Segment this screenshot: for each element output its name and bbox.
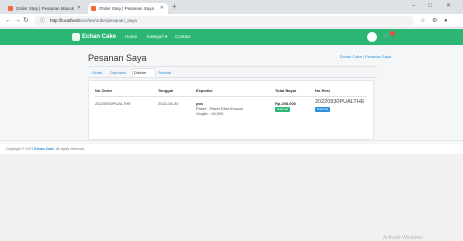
close-tab-icon[interactable]: ✕ — [160, 3, 164, 14]
footer-prefix: Copyright © 2021 — [6, 147, 35, 151]
brand-link[interactable]: Echan Cake — [82, 32, 116, 42]
nav-kategori[interactable]: Kategori ▾ — [147, 32, 167, 42]
footer: Copyright © 2021 Echan Cake. All rights … — [0, 144, 463, 154]
total-bayar: Rp.298.000 — [275, 101, 296, 106]
col-header-expedisi: Expedisi — [196, 88, 213, 93]
url-path: /ecc/tes/order/pesanan_saya — [79, 18, 137, 23]
divider — [88, 77, 377, 78]
resi-status-badge[interactable]: Diterima — [315, 107, 330, 112]
col-header-total-bayar: Total Bayar — [275, 88, 297, 93]
nav-contact[interactable]: Contact — [175, 32, 191, 42]
activate-windows-watermark: Activate Windows — [383, 235, 423, 241]
brand-logo-icon[interactable] — [72, 33, 80, 41]
tab-title: Order Step | Pesanan Masuk — [16, 6, 74, 11]
cart-count-badge — [390, 31, 395, 36]
site-info-icon[interactable]: ⓘ — [40, 16, 45, 26]
close-window-button[interactable]: ✕ — [446, 2, 451, 10]
divider — [88, 66, 377, 67]
profile-icon[interactable]: ● — [444, 17, 448, 25]
empty-area — [0, 154, 463, 241]
tab-dikirim[interactable]: Dikirim — [134, 69, 146, 77]
divider — [0, 140, 463, 141]
nav-home[interactable]: Home — [125, 32, 137, 42]
forward-icon[interactable]: → — [14, 16, 21, 26]
new-tab-button[interactable]: + — [172, 2, 177, 12]
tab-title: Order Step | Pesanan Saya — [99, 6, 154, 11]
extensions-icon[interactable]: ⚙ — [432, 17, 437, 25]
browser-tab-bar: Order Step | Pesanan Masuk ✕ Order Step … — [0, 0, 463, 14]
browser-toolbar: ← → ↻ ⓘ http://localhost/ecc/tes/order/p… — [0, 14, 463, 28]
order-number: 20220930PUALTHE — [95, 101, 131, 106]
site-navbar: Echan Cake Home Kategori ▾ Contact 🛒 — [0, 29, 463, 45]
breadcrumb[interactable]: Echan Cake | Pesanan Saya — [340, 54, 391, 60]
url-host: http://localhost — [50, 18, 80, 23]
user-avatar[interactable] — [367, 32, 377, 42]
expedisi-ongkir: Ongkir : 18,000 — [196, 111, 224, 116]
favicon-icon — [8, 6, 13, 11]
col-header-no-order: No Order — [95, 88, 113, 93]
col-header-no-resi: No Resi — [315, 88, 330, 93]
tab-order[interactable]: Order — [92, 69, 102, 77]
browser-tab-pesanan-saya[interactable]: Order Step | Pesanan Saya ✕ — [88, 3, 168, 14]
order-date: 2022-06-30 — [158, 101, 179, 106]
tab-diproses[interactable]: Diproses — [110, 69, 126, 77]
divider — [95, 96, 367, 97]
back-icon[interactable]: ← — [5, 16, 12, 26]
bookmark-star-icon[interactable]: ☆ — [420, 17, 425, 25]
footer-suffix: . All rights reserved. — [54, 147, 85, 151]
minimize-button[interactable]: – — [412, 2, 415, 10]
resi-number: 20220930PUALTHE — [315, 99, 365, 105]
col-header-tanggal: Tanggal — [158, 88, 174, 93]
browser-tab-pesanan-masuk[interactable]: Order Step | Pesanan Masuk ✕ — [5, 3, 85, 14]
maximize-button[interactable]: □ — [428, 2, 432, 10]
payment-status-badge: Diterima — [275, 107, 290, 112]
favicon-icon — [91, 6, 96, 11]
address-bar[interactable]: ⓘ http://localhost/ecc/tes/order/pesanan… — [34, 16, 414, 26]
footer-brand-link[interactable]: Echan Cake — [34, 147, 54, 151]
tab-selesai[interactable]: Selesai — [158, 69, 171, 77]
close-tab-icon[interactable]: ✕ — [77, 3, 81, 14]
reload-icon[interactable]: ↻ — [23, 16, 29, 26]
page-title: Pesanan Saya — [88, 53, 147, 63]
